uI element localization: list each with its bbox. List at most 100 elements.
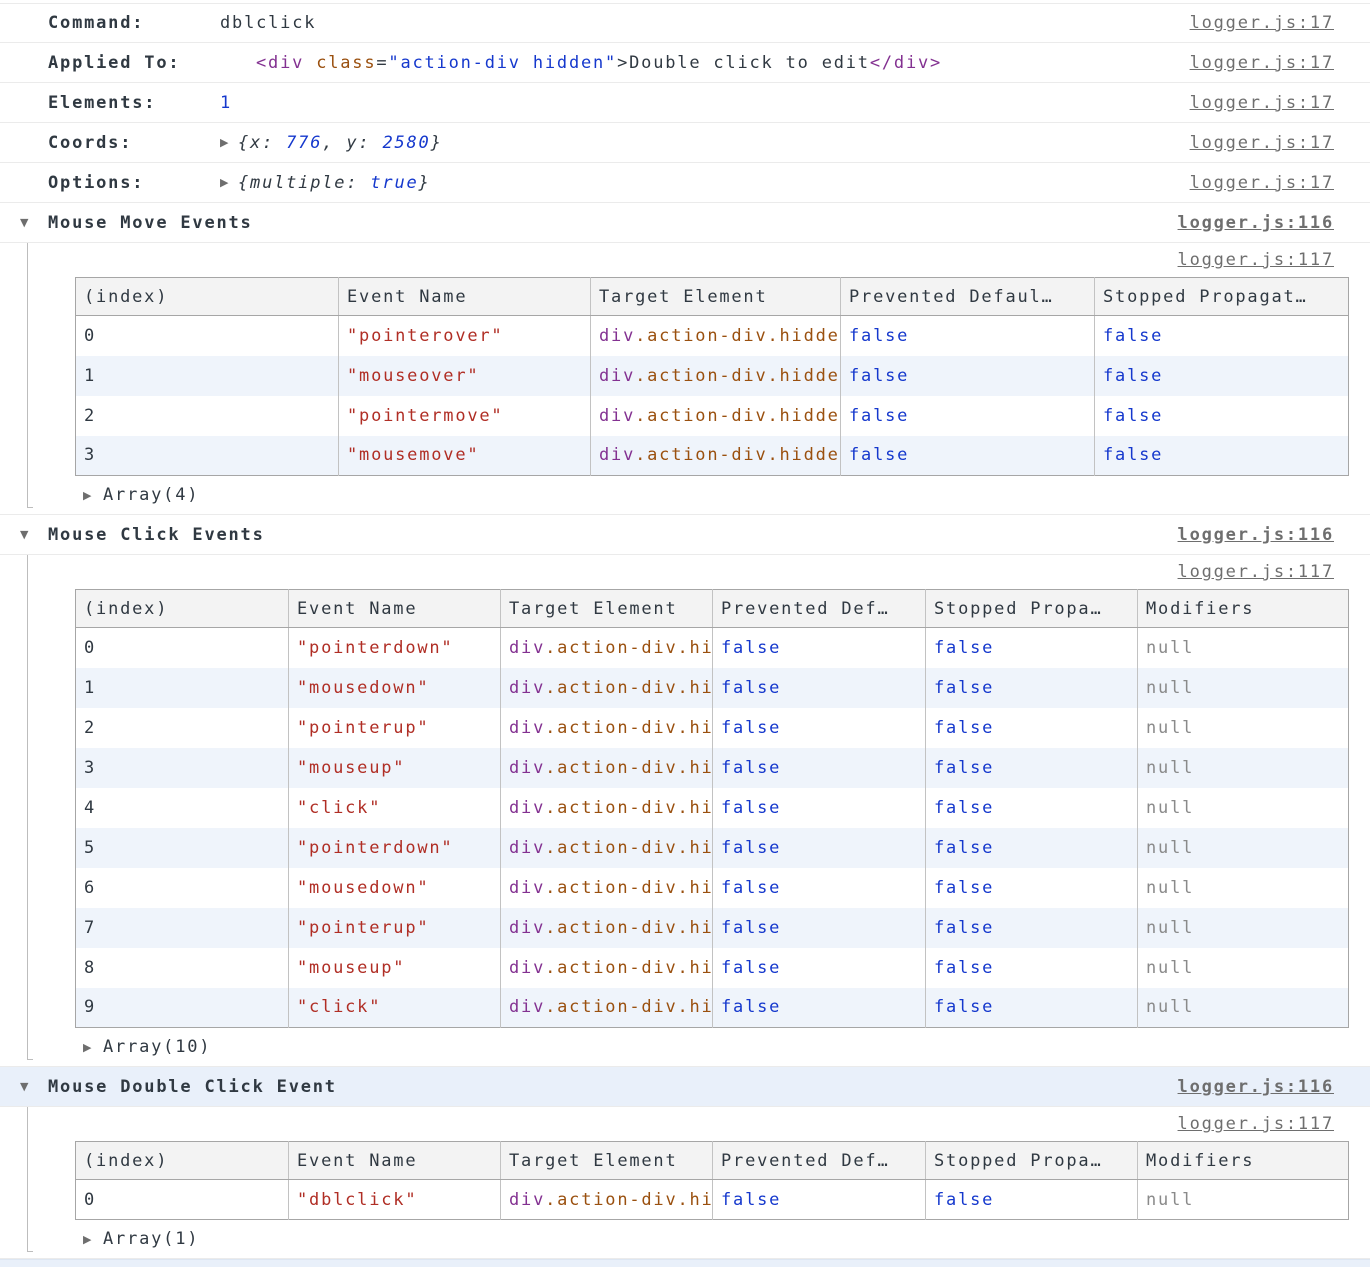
cell-target-element[interactable]: div.action-div.hidden — [501, 868, 713, 908]
log-row-elements: Elements: 1 logger.js:17 — [0, 83, 1370, 123]
column-header-modifiers[interactable]: Modifiers — [1138, 1142, 1349, 1180]
cell-target-element[interactable]: div.action-div.hidden — [501, 948, 713, 988]
cell-target-element[interactable]: div.action-div.hidden — [591, 356, 841, 396]
source-link[interactable]: logger.js:17 — [1190, 93, 1334, 113]
cell-stopped: false — [926, 668, 1138, 708]
cell-target-element[interactable]: div.action-div.hidden — [591, 316, 841, 356]
column-header-target-element[interactable]: Target Element — [501, 590, 713, 628]
cell-stopped: false — [1095, 396, 1349, 436]
source-link[interactable]: logger.js:116 — [1178, 213, 1334, 233]
log-row-applied-to: Applied To: <div class="action-div hidde… — [0, 43, 1370, 83]
token-attr: .action-div.hidden — [545, 1190, 712, 1210]
column-header-event-name[interactable]: Event Name — [289, 590, 501, 628]
column-header-prevented-def-[interactable]: Prevented Def… — [713, 1142, 926, 1180]
options-object-preview[interactable]: {multiple: true} — [238, 173, 431, 193]
token-tag: <div — [256, 53, 304, 73]
cell-prevented: false — [841, 356, 1095, 396]
cell-stopped: false — [926, 828, 1138, 868]
cell-event: "mouseover" — [339, 356, 591, 396]
column-header-target-element[interactable]: Target Element — [591, 278, 841, 316]
expand-triangle-icon[interactable]: ▶ — [220, 176, 238, 189]
source-link[interactable]: logger.js:17 — [1190, 53, 1334, 73]
cell-stopped: false — [926, 788, 1138, 828]
applied-to-element-preview[interactable]: <div class="action-div hidden">Double cl… — [256, 53, 942, 73]
source-link[interactable]: logger.js:116 — [1178, 1077, 1334, 1097]
group-header-mouse-double-click-event[interactable]: ▼Mouse Double Click Eventlogger.js:116 — [0, 1067, 1370, 1107]
cell-target-element[interactable]: div.action-div.hidden — [501, 708, 713, 748]
cell-prevented: false — [841, 316, 1095, 356]
cell-event: "mousedown" — [289, 668, 501, 708]
token-attr: .action-div.hidden — [635, 406, 840, 426]
column-header-modifiers[interactable]: Modifiers — [1138, 590, 1349, 628]
expand-triangle-icon[interactable]: ▶ — [83, 489, 103, 502]
cell-target-element[interactable]: div.action-div.hidden — [501, 828, 713, 868]
column-header-event-name[interactable]: Event Name — [289, 1142, 501, 1180]
source-link[interactable]: logger.js:17 — [1190, 133, 1334, 153]
cell-prevented: false — [713, 828, 926, 868]
token-plain — [304, 53, 316, 73]
cell-stopped: false — [1095, 436, 1349, 476]
source-link[interactable]: logger.js:17 — [1190, 173, 1334, 193]
log-value-elements: 1 — [220, 93, 232, 113]
column-header--index-[interactable]: (index) — [76, 590, 289, 628]
log-label-coords: Coords: — [48, 133, 220, 153]
expand-triangle-icon[interactable]: ▶ — [83, 1041, 103, 1054]
source-link[interactable]: logger.js:116 — [1178, 525, 1334, 545]
column-header-stopped-propagat-[interactable]: Stopped Propagat… — [1095, 278, 1349, 316]
collapse-triangle-icon[interactable]: ▼ — [20, 1080, 48, 1093]
token-attr: .action-div.hidden — [545, 918, 712, 938]
cell-event: "mousemove" — [339, 436, 591, 476]
column-header--index-[interactable]: (index) — [76, 278, 339, 316]
collapse-triangle-icon[interactable]: ▼ — [20, 216, 48, 229]
column-header-stopped-propa-[interactable]: Stopped Propa… — [926, 590, 1138, 628]
collapse-triangle-icon[interactable]: ▼ — [20, 528, 48, 541]
source-link[interactable]: logger.js:117 — [1178, 1114, 1334, 1134]
column-header-event-name[interactable]: Event Name — [339, 278, 591, 316]
column-header--index-[interactable]: (index) — [76, 1142, 289, 1180]
table-row: 9"click"div.action-div.hiddenfalsefalsen… — [76, 988, 1349, 1028]
cell-target-element[interactable]: div.action-div.hidden — [501, 788, 713, 828]
cell-target-element[interactable]: div.action-div.hidden — [501, 748, 713, 788]
table-row: 3"mousemove"div.action-div.hiddenfalsefa… — [76, 436, 1349, 476]
array-toggle[interactable]: ▶Array(1) — [83, 1229, 199, 1249]
source-link[interactable]: logger.js:117 — [1178, 562, 1334, 582]
cell-index: 7 — [76, 908, 289, 948]
table-source-row: logger.js:117 — [0, 243, 1370, 277]
expand-triangle-icon[interactable]: ▶ — [83, 1233, 103, 1246]
cell-index: 0 — [76, 316, 339, 356]
cell-modifiers: null — [1138, 828, 1349, 868]
token-num: 776 — [286, 133, 322, 153]
source-link[interactable]: logger.js:117 — [1178, 250, 1334, 270]
cell-target-element[interactable]: div.action-div.hidden — [501, 1180, 713, 1220]
group-header-mouse-move-events[interactable]: ▼Mouse Move Eventslogger.js:116 — [0, 203, 1370, 243]
cell-target-element[interactable]: div.action-div.hidden — [501, 908, 713, 948]
cell-target-element[interactable]: div.action-div.hidden — [501, 628, 713, 668]
column-header-target-element[interactable]: Target Element — [501, 1142, 713, 1180]
cell-target-element[interactable]: div.action-div.hidden — [591, 436, 841, 476]
expand-triangle-icon[interactable]: ▶ — [220, 136, 238, 149]
console-groups: ▼Mouse Move Eventslogger.js:116logger.js… — [0, 203, 1370, 1259]
cell-prevented: false — [713, 748, 926, 788]
column-header-stopped-propa-[interactable]: Stopped Propa… — [926, 1142, 1138, 1180]
array-toggle[interactable]: ▶Array(10) — [83, 1037, 211, 1057]
cell-stopped: false — [926, 908, 1138, 948]
array-toggle[interactable]: ▶Array(4) — [83, 485, 199, 505]
table-row: 8"mouseup"div.action-div.hiddenfalsefals… — [76, 948, 1349, 988]
log-value-command: dblclick — [220, 13, 316, 33]
source-link[interactable]: logger.js:17 — [1190, 13, 1334, 33]
cell-target-element[interactable]: div.action-div.hidden — [501, 988, 713, 1028]
array-row: ▶Array(4) — [0, 476, 1370, 514]
group-header-mouse-click-events[interactable]: ▼Mouse Click Eventslogger.js:116 — [0, 515, 1370, 555]
cell-target-element[interactable]: div.action-div.hidden — [591, 396, 841, 436]
column-header-prevented-defaul-[interactable]: Prevented Defaul… — [841, 278, 1095, 316]
token-plain: dblclick — [220, 13, 316, 33]
column-header-prevented-def-[interactable]: Prevented Def… — [713, 590, 926, 628]
array-row: ▶Array(10) — [0, 1028, 1370, 1066]
token-attr: .action-div.hidden — [545, 718, 712, 738]
cell-prevented: false — [713, 788, 926, 828]
coords-object-preview[interactable]: {x: 776, y: 2580} — [238, 133, 443, 153]
cell-target-element[interactable]: div.action-div.hidden — [501, 668, 713, 708]
cell-modifiers: null — [1138, 788, 1349, 828]
cell-event: "pointerup" — [289, 708, 501, 748]
cell-index: 0 — [76, 628, 289, 668]
